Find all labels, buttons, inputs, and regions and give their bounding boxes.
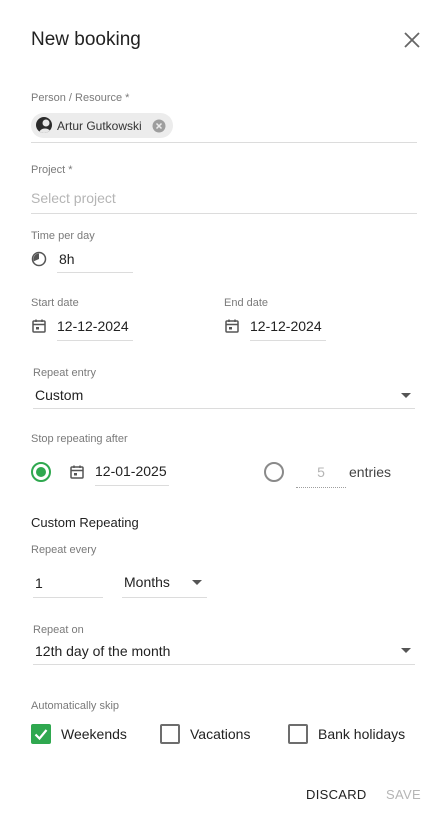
close-icon[interactable]	[403, 31, 421, 49]
custom-repeating-title: Custom Repeating	[31, 515, 139, 530]
end-date-input[interactable]: 12-12-2024	[250, 318, 322, 334]
skip-label: Automatically skip	[31, 700, 120, 712]
repeat-entry-underline	[33, 408, 415, 409]
weekends-checkbox[interactable]	[31, 724, 51, 744]
repeat-on-label: Repeat on	[33, 624, 84, 636]
repeat-unit-underline	[122, 597, 207, 598]
start-date-underline	[57, 340, 133, 341]
start-date-label: Start date	[31, 297, 79, 309]
remove-chip-icon[interactable]	[152, 119, 166, 133]
person-chip-name: Artur Gutkowski	[57, 119, 142, 133]
discard-button[interactable]: DISCARD	[306, 787, 367, 802]
entries-count-input[interactable]: 5	[296, 464, 346, 480]
project-select[interactable]: Select project	[31, 190, 116, 206]
project-label: Project *	[31, 164, 73, 176]
check-icon	[34, 729, 48, 741]
end-date-label: End date	[224, 297, 269, 309]
chevron-down-icon[interactable]	[401, 393, 411, 398]
clock-icon	[31, 251, 47, 267]
repeat-every-label: Repeat every	[31, 544, 97, 556]
time-underline	[57, 272, 133, 273]
entries-label: entries	[349, 464, 392, 480]
end-date-underline	[250, 340, 326, 341]
avatar	[36, 117, 52, 133]
stop-date-input[interactable]: 12-01-2025	[95, 463, 167, 479]
repeat-unit-select[interactable]: Months	[124, 574, 170, 590]
stop-after-entries-radio[interactable]	[264, 462, 284, 482]
bank-holidays-checkbox[interactable]	[288, 724, 308, 744]
repeat-every-input[interactable]: 1	[35, 575, 43, 591]
person-label: Person / Resource *	[31, 92, 130, 104]
calendar-icon	[32, 319, 46, 333]
repeat-every-underline	[33, 597, 103, 598]
repeat-entry-label: Repeat entry	[33, 367, 96, 379]
repeat-on-select[interactable]: 12th day of the month	[35, 643, 170, 659]
stop-repeating-label: Stop repeating after	[31, 433, 128, 445]
save-button[interactable]: SAVE	[386, 787, 421, 802]
bank-holidays-label: Bank holidays	[318, 726, 406, 742]
calendar-icon	[225, 319, 239, 333]
weekends-label: Weekends	[61, 726, 127, 742]
time-label: Time per day	[31, 230, 95, 242]
chevron-down-icon[interactable]	[401, 648, 411, 653]
repeat-entry-select[interactable]: Custom	[35, 387, 83, 403]
vacations-checkbox[interactable]	[160, 724, 180, 744]
calendar-icon	[70, 465, 84, 479]
dialog-title: New booking	[31, 29, 141, 50]
stop-after-date-radio[interactable]	[31, 462, 51, 482]
start-date-input[interactable]: 12-12-2024	[57, 318, 129, 334]
vacations-label: Vacations	[190, 726, 251, 742]
chevron-down-icon[interactable]	[192, 580, 202, 585]
repeat-on-underline	[33, 664, 415, 665]
person-underline	[31, 142, 417, 143]
stop-date-underline	[95, 485, 169, 486]
time-input[interactable]: 8h	[59, 251, 75, 267]
entries-count-underline	[296, 487, 346, 488]
project-underline	[31, 213, 417, 214]
